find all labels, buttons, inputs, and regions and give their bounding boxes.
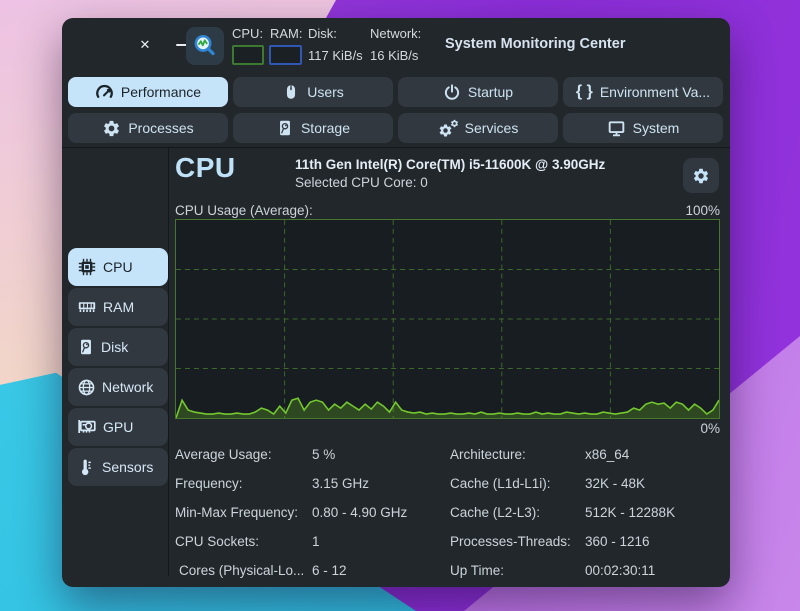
cpu-mini-graph	[232, 45, 264, 65]
minimize-icon	[176, 44, 187, 47]
memory-icon	[77, 297, 97, 317]
sidebar-item-sensors[interactable]: Sensors	[68, 448, 168, 486]
page-title: CPU	[175, 152, 236, 184]
stat-label: CPU Sockets:	[175, 534, 259, 549]
tab-performance[interactable]: Performance	[68, 77, 228, 107]
harddrive-icon	[276, 119, 294, 137]
sidebar-item-ram[interactable]: RAM	[68, 288, 168, 326]
tab-label: Performance	[121, 84, 201, 100]
sidebar-item-network[interactable]: Network	[68, 368, 168, 406]
gpu-card-icon	[77, 417, 97, 437]
system-monitoring-center-window: ✕ CPU: RAM: Disk: Network: 117 KiB/s 16 …	[62, 18, 730, 587]
stat-value: 00:02:30:11	[585, 563, 655, 578]
stat-label: Cores (Physical-Lo...	[179, 563, 304, 578]
usage-chart-label: CPU Usage (Average):	[175, 203, 313, 218]
gear-icon	[102, 119, 121, 138]
cpu-usage-chart-canvas	[176, 220, 719, 418]
stat-label: Up Time:	[450, 563, 504, 578]
stat-label: Architecture:	[450, 447, 526, 462]
stat-label: Average Usage:	[175, 447, 272, 462]
tab-label: Environment Va...	[600, 84, 710, 100]
network-speed-value: 16 KiB/s	[370, 48, 418, 63]
gear-icon	[692, 167, 710, 185]
speedometer-icon	[95, 83, 114, 102]
tab-startup[interactable]: Startup	[398, 77, 558, 107]
cpu-usage-chart	[175, 219, 720, 419]
stat-label: Processes-Threads:	[450, 534, 571, 549]
stat-label: Frequency:	[175, 476, 243, 491]
sidebar-item-cpu[interactable]: CPU	[68, 248, 168, 286]
titlebar[interactable]: ✕ CPU: RAM: Disk: Network: 117 KiB/s 16 …	[62, 18, 730, 76]
ram-mini-graph	[269, 45, 302, 65]
stat-value: 360 - 1216	[585, 534, 650, 549]
sidebar-item-label: Network	[102, 379, 153, 395]
sidebar-divider	[168, 148, 169, 576]
tab-services[interactable]: Services	[398, 113, 558, 143]
ram-summary-label: RAM:	[270, 26, 303, 41]
y-axis-min-label: 0%	[700, 421, 720, 436]
cpu-model-text: 11th Gen Intel(R) Core(TM) i5-11600K @ 3…	[295, 157, 605, 172]
sidebar-item-label: CPU	[103, 259, 133, 275]
tab-processes[interactable]: Processes	[68, 113, 228, 143]
tab-label: Users	[307, 84, 344, 100]
tab-label: Services	[465, 120, 519, 136]
power-icon	[443, 83, 461, 101]
stat-value: 3.15 GHz	[312, 476, 369, 491]
harddrive-icon	[77, 338, 95, 356]
stat-value: 0.80 - 4.90 GHz	[312, 505, 407, 520]
cpu-settings-button[interactable]	[683, 158, 719, 193]
sidebar-item-label: Sensors	[102, 459, 153, 475]
tab-label: Startup	[468, 84, 513, 100]
stat-label: Min-Max Frequency:	[175, 505, 298, 520]
y-axis-max-label: 100%	[685, 203, 720, 218]
globe-icon	[77, 378, 96, 397]
app-icon-button[interactable]	[186, 27, 224, 65]
gears-icon	[438, 119, 458, 138]
window-title: System Monitoring Center	[445, 36, 625, 52]
tab-label: Storage	[301, 120, 350, 136]
disk-summary-label: Disk:	[308, 26, 337, 41]
tab-label: Processes	[128, 120, 193, 136]
desktop: ✕ CPU: RAM: Disk: Network: 117 KiB/s 16 …	[0, 0, 800, 611]
stat-label: Cache (L1d-L1i):	[450, 476, 551, 491]
stat-label: Cache (L2-L3):	[450, 505, 540, 520]
braces-icon: { }	[576, 83, 593, 101]
stat-value: 5 %	[312, 447, 335, 462]
close-icon: ✕	[140, 37, 151, 53]
stat-value: 32K - 48K	[585, 476, 645, 491]
close-button[interactable]: ✕	[136, 36, 154, 54]
mouse-icon	[282, 83, 300, 101]
stat-value: 6 - 12	[312, 563, 347, 578]
magnifier-waveform-icon	[192, 33, 218, 59]
tab-environment-variables[interactable]: { } Environment Va...	[563, 77, 723, 107]
sidebar-item-gpu[interactable]: GPU	[68, 408, 168, 446]
cpu-summary-label: CPU:	[232, 26, 263, 41]
thermometer-icon	[77, 458, 96, 477]
stat-value: x86_64	[585, 447, 629, 462]
chip-icon	[77, 257, 97, 277]
tab-users[interactable]: Users	[233, 77, 393, 107]
sidebar-item-disk[interactable]: Disk	[68, 328, 168, 366]
selected-core-text: Selected CPU Core: 0	[295, 175, 428, 190]
disk-speed-value: 117 KiB/s	[308, 48, 363, 63]
tab-storage[interactable]: Storage	[233, 113, 393, 143]
monitor-icon	[607, 119, 626, 138]
tabs-divider	[62, 147, 730, 148]
sidebar-item-label: GPU	[103, 419, 133, 435]
tab-system[interactable]: System	[563, 113, 723, 143]
stat-value: 1	[312, 534, 320, 549]
network-summary-label: Network:	[370, 26, 421, 41]
sidebar-item-label: Disk	[101, 339, 128, 355]
stat-value: 512K - 12288K	[585, 505, 675, 520]
sidebar-item-label: RAM	[103, 299, 134, 315]
tab-label: System	[633, 120, 680, 136]
